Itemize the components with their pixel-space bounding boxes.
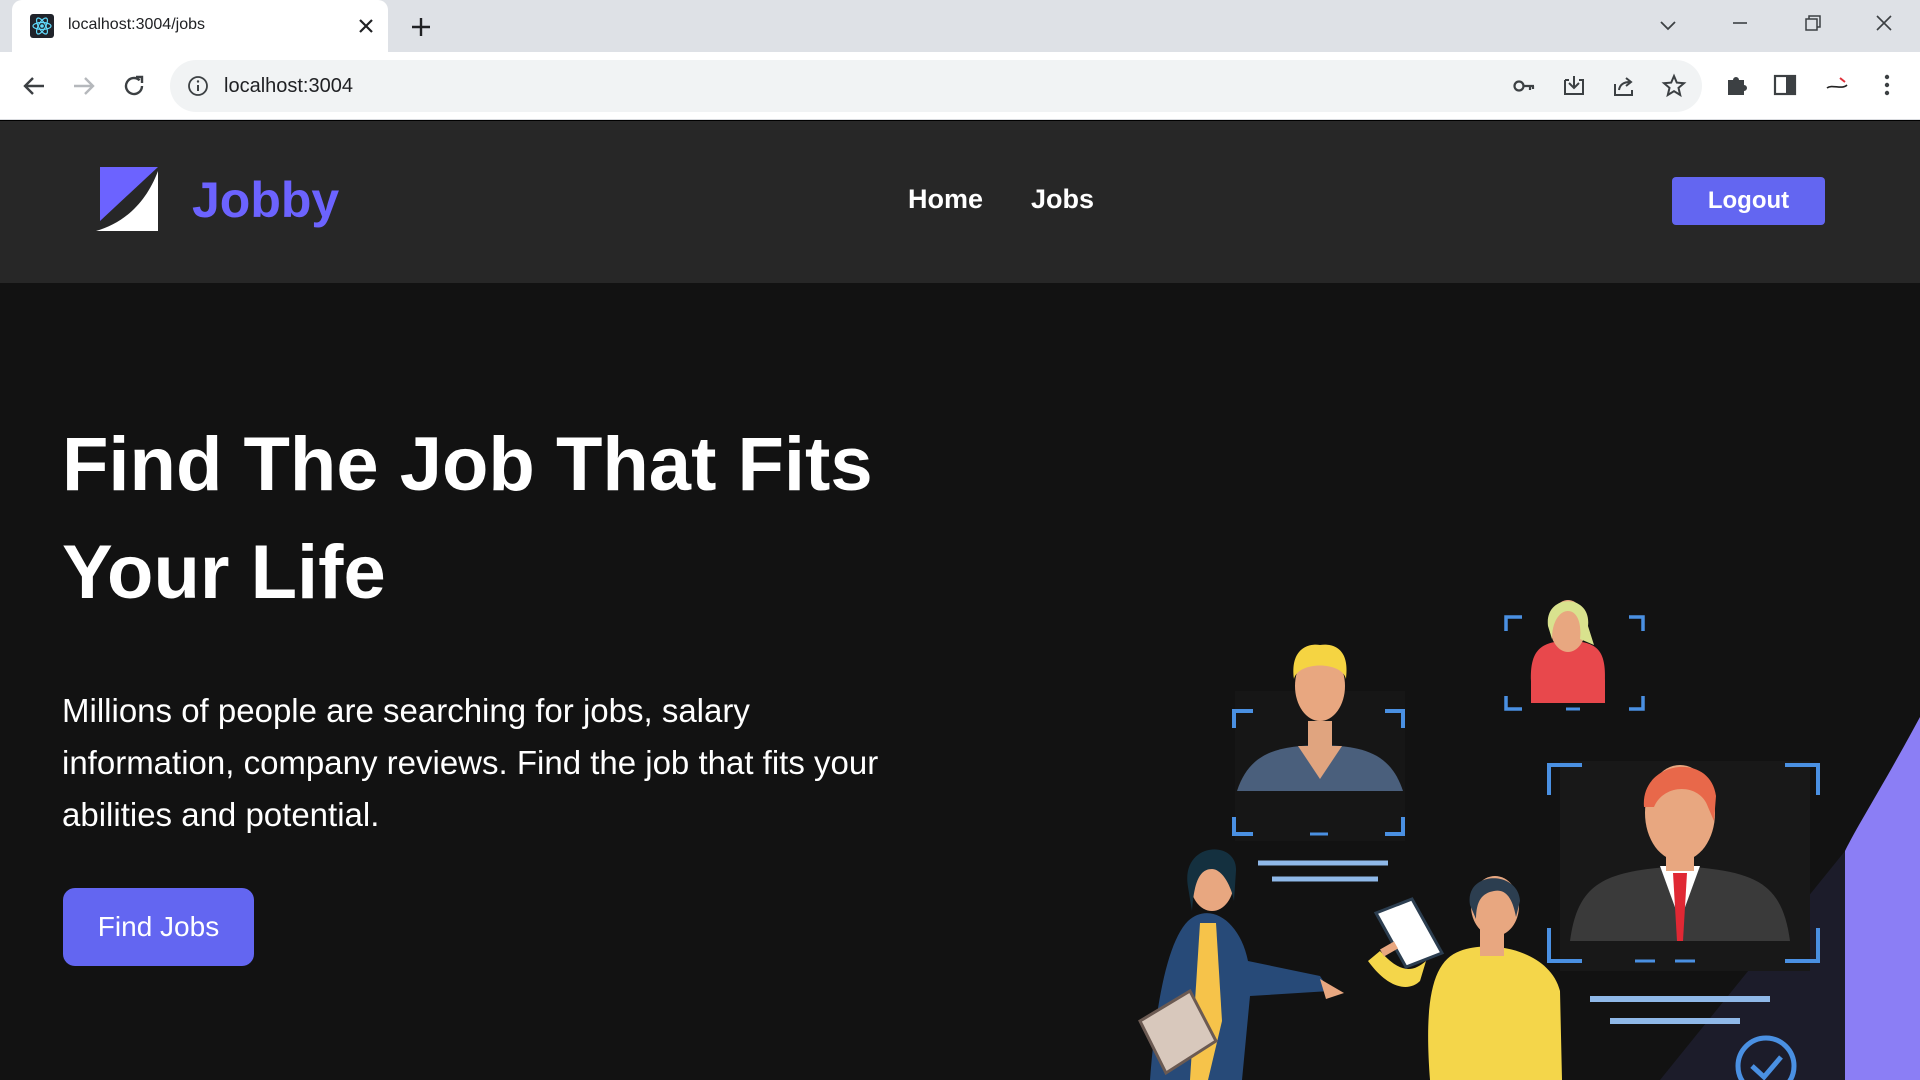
browser-toolbar: localhost:3004 bbox=[0, 52, 1920, 120]
react-favicon-icon bbox=[30, 14, 54, 38]
forward-arrow-icon[interactable] bbox=[64, 66, 104, 106]
browser-menu-icon[interactable] bbox=[1872, 70, 1902, 100]
site-info-icon[interactable] bbox=[186, 74, 210, 98]
side-panel-icon[interactable] bbox=[1770, 70, 1800, 100]
hero-title: Find The Job That Fits Your Life bbox=[62, 422, 873, 615]
browser-tabstrip: localhost:3004/jobs bbox=[0, 0, 1920, 52]
restore-icon[interactable] bbox=[1790, 8, 1834, 44]
back-arrow-icon[interactable] bbox=[14, 66, 54, 106]
tab-title: localhost:3004/jobs bbox=[68, 16, 205, 33]
share-icon[interactable] bbox=[1610, 72, 1638, 100]
close-window-icon[interactable] bbox=[1862, 8, 1906, 44]
profile-avatar-icon[interactable] bbox=[1822, 70, 1852, 100]
jobby-logo-icon[interactable] bbox=[96, 163, 158, 231]
close-tab-icon[interactable] bbox=[352, 12, 380, 40]
nav-link-home[interactable]: Home bbox=[908, 184, 983, 215]
url-text[interactable]: localhost:3004 bbox=[224, 75, 353, 98]
minimize-icon[interactable] bbox=[1718, 8, 1762, 44]
extensions-puzzle-icon[interactable] bbox=[1722, 70, 1752, 100]
bookmark-star-icon[interactable] bbox=[1660, 72, 1688, 100]
address-bar[interactable]: localhost:3004 bbox=[170, 60, 1702, 112]
key-icon[interactable] bbox=[1510, 72, 1538, 100]
page-content: Jobby Home Jobs Logout Find The Job That… bbox=[0, 121, 1920, 1080]
site-header: Jobby Home Jobs Logout bbox=[0, 121, 1920, 283]
logo-text[interactable]: Jobby bbox=[192, 171, 339, 229]
new-tab-icon[interactable] bbox=[406, 12, 436, 42]
hero-description: Millions of people are searching for job… bbox=[62, 692, 879, 833]
browser-tab[interactable]: localhost:3004/jobs bbox=[12, 0, 388, 52]
nav-link-jobs[interactable]: Jobs bbox=[1031, 184, 1094, 215]
install-app-icon[interactable] bbox=[1560, 72, 1588, 100]
logout-button[interactable]: Logout bbox=[1672, 177, 1825, 225]
reload-icon[interactable] bbox=[114, 66, 154, 106]
tab-search-chevron-icon[interactable] bbox=[1646, 8, 1690, 44]
find-jobs-button[interactable]: Find Jobs bbox=[63, 888, 254, 966]
hiring-illustration bbox=[1138, 600, 1920, 1080]
